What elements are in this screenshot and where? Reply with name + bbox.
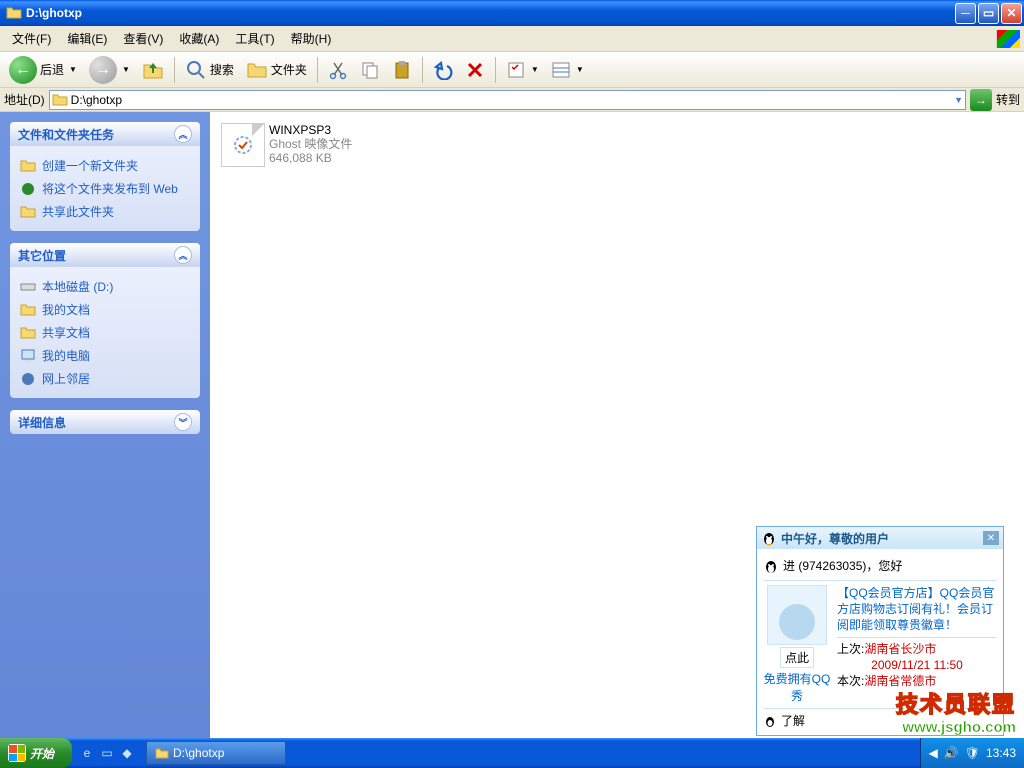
titlebar: D:\ghotxp ─ ▭ ✕ bbox=[0, 0, 1024, 26]
views-icon bbox=[551, 60, 571, 80]
file-name: WINXPSP3 bbox=[269, 123, 352, 137]
qq-penguin-icon bbox=[761, 530, 777, 546]
views-button[interactable]: ▼ bbox=[546, 55, 589, 85]
qq-avatar-button[interactable]: 点此 bbox=[780, 647, 814, 668]
close-button[interactable]: ✕ bbox=[1001, 3, 1022, 24]
clock: 13:43 bbox=[986, 746, 1016, 760]
qq-notification: 中午好，尊敬的用户 ✕ 进 (974263035)，您好 点此 免费拥有QQ秀 … bbox=[756, 526, 1004, 736]
back-button[interactable]: ←后退▼ bbox=[4, 55, 82, 85]
properties-icon bbox=[506, 60, 526, 80]
task-publish-web[interactable]: 将这个文件夹发布到 Web bbox=[20, 177, 190, 200]
go-label: 转到 bbox=[996, 91, 1020, 108]
quick-launch-desktop[interactable]: ▭ bbox=[98, 742, 116, 764]
go-button[interactable]: → bbox=[970, 89, 992, 111]
qq-penguin-icon bbox=[763, 558, 779, 574]
copy-button[interactable] bbox=[355, 55, 385, 85]
place-my-documents[interactable]: 我的文档 bbox=[20, 298, 190, 321]
menubar: 文件(F) 编辑(E) 查看(V) 收藏(A) 工具(T) 帮助(H) bbox=[0, 26, 1024, 52]
qq-greeting: 进 (974263035)，您好 bbox=[783, 557, 902, 574]
panel-other-places-header[interactable]: 其它位置︽ bbox=[10, 243, 200, 267]
folder-icon bbox=[52, 92, 68, 108]
undo-icon bbox=[433, 60, 453, 80]
share-folder-icon bbox=[20, 204, 36, 220]
chevron-down-icon: ︾ bbox=[174, 413, 192, 431]
minimize-button[interactable]: ─ bbox=[955, 3, 976, 24]
delete-icon bbox=[465, 60, 485, 80]
folder-icon bbox=[155, 746, 169, 760]
taskbar-item[interactable]: D:\ghotxp bbox=[146, 741, 286, 765]
maximize-button[interactable]: ▭ bbox=[978, 3, 999, 24]
window-title: D:\ghotxp bbox=[26, 6, 955, 20]
computer-icon bbox=[20, 348, 36, 364]
menu-help[interactable]: 帮助(H) bbox=[283, 27, 340, 50]
paste-button[interactable] bbox=[387, 55, 417, 85]
qq-title-text: 中午好，尊敬的用户 bbox=[781, 530, 889, 547]
copy-icon bbox=[360, 60, 380, 80]
tray-icon[interactable]: ◀ bbox=[929, 746, 938, 760]
address-bar: 地址(D) D:\ghotxp ▼ → 转到 bbox=[0, 88, 1024, 112]
cut-button[interactable] bbox=[323, 55, 353, 85]
disk-icon bbox=[20, 279, 36, 295]
windows-flag-icon bbox=[996, 30, 1020, 48]
delete-button[interactable] bbox=[460, 55, 490, 85]
file-size: 646,088 KB bbox=[269, 151, 352, 165]
menu-tools[interactable]: 工具(T) bbox=[227, 27, 282, 50]
task-new-folder[interactable]: 创建一个新文件夹 bbox=[20, 154, 190, 177]
windows-logo-icon bbox=[8, 744, 26, 762]
taskbar: 开始 e ▭ ◆ D:\ghotxp ◀ 🔊 🛡 13:43 bbox=[0, 738, 1024, 768]
system-tray[interactable]: ◀ 🔊 🛡 13:43 bbox=[920, 738, 1024, 768]
network-icon bbox=[20, 371, 36, 387]
clipboard-icon bbox=[392, 60, 412, 80]
place-shared-docs[interactable]: 共享文档 bbox=[20, 321, 190, 344]
panel-file-tasks-header[interactable]: 文件和文件夹任务︽ bbox=[10, 122, 200, 146]
chevron-up-icon: ︽ bbox=[174, 125, 192, 143]
menu-file[interactable]: 文件(F) bbox=[4, 27, 59, 50]
qq-promo-text[interactable]: 【QQ会员官方店】QQ会员官方店购物志订阅有礼！会员订阅即能领取尊贵徽章！ bbox=[837, 585, 997, 633]
tray-icon[interactable]: 🛡 bbox=[965, 746, 980, 760]
qq-avatar-placeholder[interactable] bbox=[767, 585, 827, 645]
shared-docs-icon bbox=[20, 325, 36, 341]
ghost-file-icon bbox=[221, 123, 265, 167]
toolbar: ←后退▼ →▼ 搜索 文件夹 ▼ ▼ bbox=[0, 52, 1024, 88]
menu-edit[interactable]: 编辑(E) bbox=[59, 27, 115, 50]
new-folder-icon bbox=[20, 158, 36, 174]
folders-button[interactable]: 文件夹 bbox=[241, 55, 312, 85]
documents-icon bbox=[20, 302, 36, 318]
task-pane: 文件和文件夹任务︽ 创建一个新文件夹 将这个文件夹发布到 Web 共享此文件夹 … bbox=[0, 112, 210, 740]
address-label: 地址(D) bbox=[4, 91, 45, 108]
tray-icon[interactable]: 🔊 bbox=[944, 746, 959, 760]
search-icon bbox=[185, 59, 207, 81]
dropdown-icon[interactable]: ▼ bbox=[954, 95, 963, 105]
undo-button[interactable] bbox=[428, 55, 458, 85]
chevron-up-icon: ︽ bbox=[174, 246, 192, 264]
task-share[interactable]: 共享此文件夹 bbox=[20, 200, 190, 223]
up-button[interactable] bbox=[137, 55, 169, 85]
menu-favorites[interactable]: 收藏(A) bbox=[171, 27, 227, 50]
folder-icon bbox=[6, 5, 22, 21]
panel-details-header[interactable]: 详细信息︾ bbox=[10, 410, 200, 434]
quick-launch-app[interactable]: ◆ bbox=[118, 742, 136, 764]
qq-close-button[interactable]: ✕ bbox=[983, 531, 999, 545]
file-type: Ghost 映像文件 bbox=[269, 137, 352, 151]
menu-view[interactable]: 查看(V) bbox=[115, 27, 171, 50]
forward-button[interactable]: →▼ bbox=[84, 55, 135, 85]
properties-button[interactable]: ▼ bbox=[501, 55, 544, 85]
file-item[interactable]: WINXPSP3 Ghost 映像文件 646,088 KB bbox=[218, 120, 418, 170]
quick-launch-ie[interactable]: e bbox=[78, 742, 96, 764]
scissors-icon bbox=[328, 60, 348, 80]
place-local-disk[interactable]: 本地磁盘 (D:) bbox=[20, 275, 190, 298]
qq-footer-link[interactable]: 了解 bbox=[781, 712, 805, 729]
address-field[interactable]: D:\ghotxp ▼ bbox=[49, 90, 966, 110]
place-my-computer[interactable]: 我的电脑 bbox=[20, 344, 190, 367]
start-button[interactable]: 开始 bbox=[0, 738, 72, 768]
folders-icon bbox=[246, 59, 268, 81]
place-network[interactable]: 网上邻居 bbox=[20, 367, 190, 390]
search-button[interactable]: 搜索 bbox=[180, 55, 239, 85]
qq-penguin-icon bbox=[763, 714, 777, 728]
qq-avatar-caption[interactable]: 免费拥有QQ秀 bbox=[763, 670, 831, 704]
globe-icon bbox=[20, 181, 36, 197]
